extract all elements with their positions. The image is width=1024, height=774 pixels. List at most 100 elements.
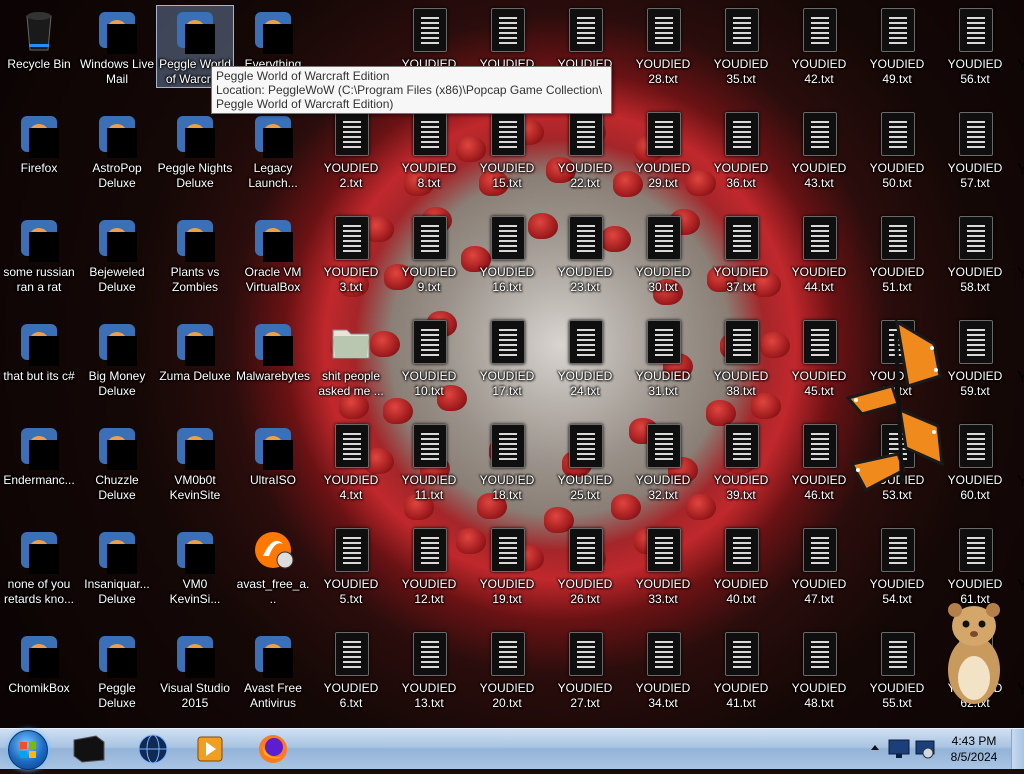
desktop-icon-bejeweled[interactable]: Bejeweled Deluxe <box>79 214 155 295</box>
desktop-icon-text-file[interactable]: YOUDIED 50.txt <box>859 110 935 191</box>
desktop-icon-text-file[interactable]: YOUDIED 19.txt <box>469 526 545 607</box>
desktop-icon-text-file[interactable]: YOUDIED 30.txt <box>625 214 701 295</box>
desktop-icon-text-file[interactable]: YOUDIED 37.txt <box>703 214 779 295</box>
desktop-icon-text-file[interactable]: YOUDIED 8.txt <box>391 110 467 191</box>
desktop-icon-text-file[interactable]: YOUDIED 22.txt <box>547 110 623 191</box>
desktop-icon-text-file[interactable]: YOUDIED 24.txt <box>547 318 623 399</box>
desktop-icon-zuma[interactable]: Zuma Deluxe <box>157 318 233 384</box>
edge-icon-label[interactable]: Y <box>1017 473 1024 491</box>
desktop-icon-virtualbox[interactable]: Oracle VM VirtualBox <box>235 214 311 295</box>
monitor-tray-icon[interactable] <box>888 739 910 759</box>
desktop-icon-text-file[interactable]: YOUDIED 4.txt <box>313 422 389 503</box>
desktop-icon-text-file[interactable]: YOUDIED 18.txt <box>469 422 545 503</box>
desktop-icon-text-file[interactable]: YOUDIED 56.txt <box>937 6 1013 87</box>
desktop-icon-text-file[interactable]: YOUDIED <box>547 6 623 72</box>
edge-icon-label[interactable]: Y <box>1017 265 1024 283</box>
desktop-icon-peggle[interactable]: Peggle Deluxe <box>79 630 155 711</box>
desktop-icon-text-file[interactable]: YOUDIED 60.txt <box>937 422 1013 503</box>
desktop-icon-text-file[interactable]: YOUDIED 23.txt <box>547 214 623 295</box>
start-orb-icon[interactable] <box>8 730 48 770</box>
desktop-icon-vm-shortcut[interactable]: VM0b0t KevinSite <box>157 422 233 503</box>
desktop-icon-text-file[interactable]: YOUDIED 2.txt <box>313 110 389 191</box>
edge-icon-label[interactable]: Y <box>1017 681 1024 699</box>
desktop-icon-text-file[interactable]: YOUDIED 15.txt <box>469 110 545 191</box>
edge-icon-label[interactable]: Y <box>1017 161 1024 179</box>
show-desktop-button[interactable] <box>1011 729 1024 769</box>
desktop-icon-recycle-bin[interactable]: Recycle Bin <box>1 6 77 72</box>
tray-up-arrow-icon[interactable] <box>870 743 880 753</box>
desktop-icon-text-file[interactable]: YOUDIED 58.txt <box>937 214 1013 295</box>
desktop-icon-text-file[interactable]: YOUDIED 11.txt <box>391 422 467 503</box>
desktop-icon-text-file[interactable]: YOUDIED 6.txt <box>313 630 389 711</box>
desktop-icon-text-file[interactable]: YOUDIED 32.txt <box>625 422 701 503</box>
desktop[interactable]: Recycle Bin Windows Live Mail Peggle World… <box>0 0 1024 728</box>
desktop-icon-text-file[interactable]: YOUDIED 29.txt <box>625 110 701 191</box>
desktop-icon-folder[interactable]: shit people asked me ... <box>313 318 389 399</box>
desktop-icon-text-file[interactable]: YOUDIED 38.txt <box>703 318 779 399</box>
desktop-icon-minecraft-launcher[interactable]: Legacy Launch... <box>235 110 311 191</box>
desktop-icon-text-file[interactable]: YOUDIED <box>391 6 467 72</box>
desktop-icon-text-file[interactable]: YOUDIED 39.txt <box>703 422 779 503</box>
desktop-icon-text-file[interactable]: YOUDIED 12.txt <box>391 526 467 607</box>
desktop-icon-text-file[interactable]: YOUDIED 42.txt <box>781 6 857 87</box>
desktop-icon-text-file[interactable]: YOUDIED 13.txt <box>391 630 467 711</box>
desktop-icon-text-file[interactable]: YOUDIED 57.txt <box>937 110 1013 191</box>
desktop-icon-insaniquarium[interactable]: Insaniquar... Deluxe <box>79 526 155 607</box>
desktop-icon-text-file[interactable]: YOUDIED 59.txt <box>937 318 1013 399</box>
desktop-icon-ultraiso[interactable]: UltraISO <box>235 422 311 488</box>
desktop-icon-text-file[interactable]: YOUDIED 35.txt <box>703 6 779 87</box>
desktop-icon-text-file[interactable]: YOUDIED 61.txt <box>937 526 1013 607</box>
edge-icon-label[interactable]: Y <box>1017 57 1024 75</box>
desktop-icon-text-file[interactable]: YOUDIED 44.txt <box>781 214 857 295</box>
desktop-icon-peggle-nights[interactable]: Peggle Nights Deluxe <box>157 110 233 191</box>
desktop-icon-avast[interactable]: Avast Free Antivirus <box>235 630 311 711</box>
desktop-icon-text-file[interactable]: YOUDIED 20.txt <box>469 630 545 711</box>
desktop-icon-text-file[interactable]: YOUDIED 51.txt <box>859 214 935 295</box>
desktop-icon-text-file[interactable]: YOUDIED 47.txt <box>781 526 857 607</box>
desktop-icon-text-file[interactable]: YOUDIED 28.txt <box>625 6 701 87</box>
globe-icon[interactable] <box>130 732 176 766</box>
desktop-icon-astropop[interactable]: AstroPop Deluxe <box>79 110 155 191</box>
desktop-icon-firefox[interactable]: Firefox <box>1 110 77 176</box>
desktop-icon-chomikbox[interactable]: ChomikBox <box>1 630 77 696</box>
desktop-icon-text-file[interactable]: YOUDIED 33.txt <box>625 526 701 607</box>
desktop-icon-windows-live-mail[interactable]: Windows Live Mail <box>79 6 155 87</box>
desktop-icon-text-file[interactable]: YOUDIED 25.txt <box>547 422 623 503</box>
desktop-icon-lyrics-app[interactable]: some russian ran a rat <box>1 214 77 295</box>
desktop-icon-text-file[interactable]: YOUDIED 34.txt <box>625 630 701 711</box>
desktop-icon-malwarebytes[interactable]: Malwarebytes <box>235 318 311 384</box>
desktop-icon-text-file[interactable]: YOUDIED 41.txt <box>703 630 779 711</box>
desktop-icon-text-file[interactable]: YOUDIED 54.txt <box>859 526 935 607</box>
clock[interactable]: 4:43 PM 8/5/2024 <box>940 733 1008 765</box>
firefox-icon[interactable] <box>250 732 296 766</box>
edge-icon-label[interactable]: Y <box>1017 369 1024 387</box>
desktop-icon-text-file[interactable]: YOUDIED 9.txt <box>391 214 467 295</box>
desktop-icon-avast-installer[interactable]: avast_free_a... <box>235 526 311 607</box>
desktop-icon-text-file[interactable]: YOUDIED 3.txt <box>313 214 389 295</box>
desktop-icon-text-file[interactable]: YOUDIED 31.txt <box>625 318 701 399</box>
edge-icon-label[interactable]: Y <box>1017 577 1024 595</box>
desktop-icon-text-file[interactable]: YOUDIED 49.txt <box>859 6 935 87</box>
desktop-icon-everything-search[interactable]: Everything <box>235 6 311 72</box>
desktop-icon-text-file[interactable]: YOUDIED 16.txt <box>469 214 545 295</box>
desktop-icon-text-file[interactable]: YOUDIED 40.txt <box>703 526 779 607</box>
desktop-icon-app-shortcut[interactable]: none of you retards kno... <box>1 526 77 607</box>
desktop-icon-text-file[interactable]: YOUDIED 43.txt <box>781 110 857 191</box>
desktop-icon-big-money[interactable]: Big Money Deluxe <box>79 318 155 399</box>
desktop-icon-monitor-shortcut[interactable]: Endermanc... <box>1 422 77 488</box>
desktop-icon-text-file[interactable]: YOUDIED 5.txt <box>313 526 389 607</box>
media-player-icon[interactable] <box>188 732 234 766</box>
desktop-icon-text-file[interactable]: YOUDIED <box>469 6 545 72</box>
desktop-icon-text-file[interactable]: YOUDIED 48.txt <box>781 630 857 711</box>
desktop-icon-visual-studio[interactable]: Visual Studio 2015 <box>157 630 233 711</box>
desktop-icon-vm-shortcut[interactable]: VM0 KevinSi... <box>157 526 233 607</box>
desktop-icon-text-file[interactable]: YOUDIED 10.txt <box>391 318 467 399</box>
black-app-icon[interactable] <box>66 732 112 766</box>
desktop-icon-text-file[interactable]: YOUDIED 55.txt <box>859 630 935 711</box>
desktop-icon-text-file[interactable]: YOUDIED 26.txt <box>547 526 623 607</box>
desktop-icon-text-file[interactable]: YOUDIED 27.txt <box>547 630 623 711</box>
desktop-icon-chuzzle[interactable]: Chuzzle Deluxe <box>79 422 155 503</box>
desktop-icon-text-file[interactable]: YOUDIED 36.txt <box>703 110 779 191</box>
network-tray-icon[interactable] <box>914 739 936 759</box>
desktop-icon-stacked-windows[interactable]: that but its c# <box>1 318 77 384</box>
